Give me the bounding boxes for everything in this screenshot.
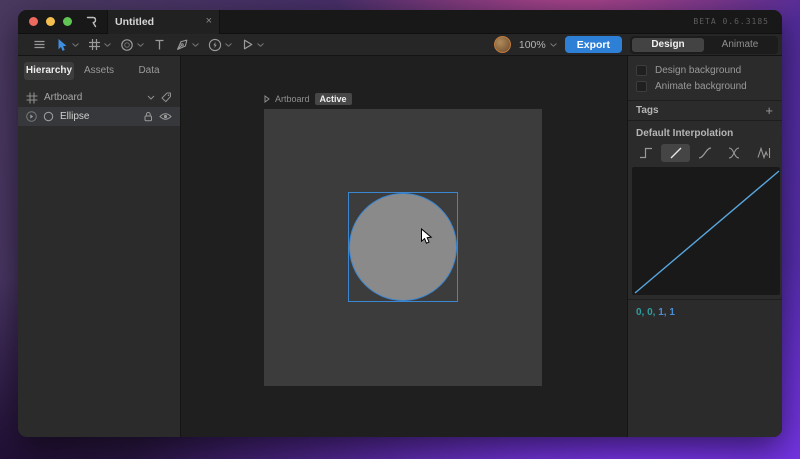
interp-elastic-button[interactable] [750, 144, 778, 162]
design-mode-button[interactable]: Design [632, 37, 704, 52]
crossing-curves-icon [729, 147, 740, 159]
zoom-level-label: 100% [518, 38, 546, 51]
interpolation-title: Default Interpolation [636, 128, 734, 139]
window-minimize-button[interactable] [46, 17, 55, 26]
mode-switcher: Design Animate [630, 35, 778, 54]
interp-hold-button[interactable] [632, 144, 660, 162]
user-avatar[interactable] [493, 36, 511, 53]
pen-tool[interactable] [175, 38, 199, 52]
select-tool[interactable] [55, 38, 79, 52]
curve-in-values: 0, 0, [636, 307, 656, 318]
canvas-viewport[interactable]: Artboard Active [181, 56, 627, 437]
artboard-caption-label: Artboard [275, 94, 310, 104]
ellipse-icon [43, 111, 54, 122]
curve-out-values: 1, 1 [658, 307, 675, 318]
circle-shape-icon [121, 38, 133, 51]
main-area: Hierarchy Assets Data Artboard Ellipse A… [18, 56, 782, 437]
tab-data[interactable]: Data [124, 62, 174, 80]
design-background-checkbox[interactable] [636, 64, 647, 76]
animate-background-label: Animate background [655, 80, 747, 92]
chevron-down-icon[interactable] [192, 42, 199, 47]
hamburger-icon [34, 40, 45, 49]
play-icon [243, 39, 253, 50]
interpolation-curve-editor[interactable] [632, 167, 780, 295]
hierarchy-row-artboard[interactable]: Artboard [18, 88, 180, 107]
tab-assets[interactable]: Assets [74, 62, 124, 80]
interpolation-values[interactable]: 0, 0, 1, 1 [628, 300, 782, 325]
design-background-label: Design background [655, 64, 742, 76]
rive-logo-icon [85, 16, 97, 28]
tags-section-header: Tags + [628, 101, 782, 120]
bolt-icon [208, 38, 222, 51]
frame-icon [26, 92, 38, 103]
window-close-button[interactable] [29, 17, 38, 26]
tags-title: Tags [636, 105, 659, 116]
traffic-lights [18, 17, 72, 26]
cursor-arrow-icon [58, 38, 67, 51]
left-sidebar: Hierarchy Assets Data Artboard Ellipse [18, 56, 181, 437]
chevron-down-icon[interactable] [104, 42, 111, 47]
window-fullscreen-button[interactable] [63, 17, 72, 26]
chevron-down-icon[interactable] [72, 42, 79, 47]
toolbar: 100% Export Design Animate [18, 34, 782, 56]
beta-version-label: BETA 0.6.3185 [693, 17, 769, 26]
menu-button[interactable] [33, 38, 46, 51]
frame-icon [89, 39, 100, 50]
interp-linear-button[interactable] [661, 144, 690, 162]
mouse-cursor-icon [421, 228, 433, 244]
bolt-tool[interactable] [208, 38, 232, 52]
text-icon [155, 39, 164, 50]
elastic-curve-icon [757, 147, 770, 159]
zoom-dropdown[interactable]: 100% [519, 39, 557, 51]
animate-mode-button[interactable]: Animate [704, 38, 776, 52]
interp-cubic-button[interactable] [691, 144, 719, 162]
chevron-down-icon[interactable] [137, 42, 144, 47]
chevron-down-icon[interactable] [257, 42, 264, 47]
tab-title: Untitled [115, 15, 155, 28]
play-tool[interactable] [241, 38, 264, 51]
document-tab[interactable]: Untitled × [107, 10, 220, 34]
disclosure-icon[interactable] [26, 111, 37, 122]
hold-curve-icon [640, 147, 653, 159]
active-badge: Active [314, 93, 352, 105]
animate-background-checkbox[interactable] [636, 80, 647, 92]
titlebar: Untitled × BETA 0.6.3185 [18, 10, 782, 34]
interpolation-mode-buttons [632, 144, 778, 162]
background-options: Design background Animate background [628, 56, 782, 100]
lock-icon[interactable] [143, 111, 153, 122]
linear-curve-icon [670, 147, 682, 159]
chevron-down-icon [549, 42, 557, 47]
design-background-option[interactable]: Design background [628, 62, 782, 78]
hierarchy-row-ellipse[interactable]: Ellipse [18, 107, 180, 126]
toolbar-right-group: 100% Export Design Animate [493, 35, 778, 54]
chevron-down-icon[interactable] [225, 42, 232, 47]
cubic-curve-icon [698, 147, 712, 159]
shapes-tool[interactable] [120, 38, 144, 52]
app-window: Untitled × BETA 0.6.3185 100% Export Des… [18, 10, 782, 437]
interp-cubic-symmetric-button[interactable] [720, 144, 748, 162]
selection-bounding-box[interactable] [348, 192, 458, 302]
tab-close-icon[interactable]: × [206, 16, 212, 27]
tag-icon[interactable] [161, 92, 172, 103]
chevron-down-icon[interactable] [147, 95, 155, 100]
right-panel: Design background Animate background Tag… [627, 56, 782, 437]
animate-background-option[interactable]: Animate background [628, 78, 782, 94]
export-button[interactable]: Export [564, 36, 622, 53]
eye-icon[interactable] [159, 112, 172, 121]
linear-curve-plot [634, 170, 780, 294]
add-tag-button[interactable]: + [765, 104, 773, 117]
sidebar-tabs: Hierarchy Assets Data [24, 62, 174, 80]
artboard-tool[interactable] [88, 38, 111, 51]
play-icon [264, 95, 270, 103]
tab-hierarchy[interactable]: Hierarchy [24, 62, 74, 80]
pen-icon [177, 39, 188, 50]
desktop-background: Untitled × BETA 0.6.3185 100% Export Des… [0, 0, 800, 459]
hierarchy-item-label: Artboard [44, 92, 83, 103]
text-tool[interactable] [153, 38, 166, 51]
artboard-caption[interactable]: Artboard Active [264, 93, 352, 105]
hierarchy-item-label: Ellipse [60, 111, 90, 122]
